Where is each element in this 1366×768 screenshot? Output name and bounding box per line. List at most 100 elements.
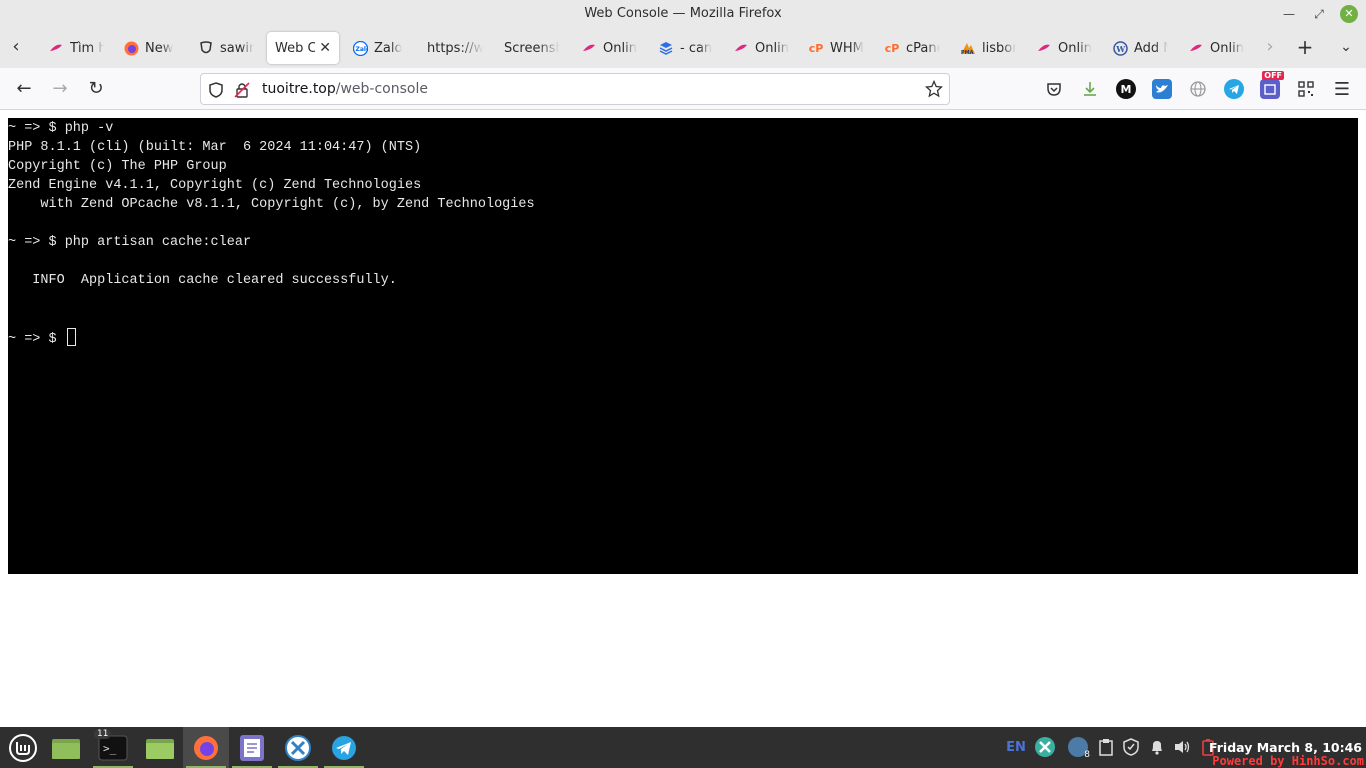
- tab[interactable]: Zalo Zalo: [344, 32, 416, 64]
- terminal-launcher[interactable]: >_ 11: [90, 727, 136, 768]
- url-text[interactable]: tuoitre.top/web-console: [262, 81, 428, 97]
- weather-tray-icon[interactable]: 8: [1066, 737, 1090, 760]
- phpmyadmin-icon: PMA: [960, 40, 976, 56]
- desktop-screen: Web Console — Mozilla Firefox — ⤢ ✕ ‹ Tì…: [0, 0, 1366, 768]
- tab[interactable]: https://w: [419, 32, 491, 64]
- tab[interactable]: Onlin: [725, 32, 797, 64]
- bird-extension-icon[interactable]: [1152, 79, 1172, 99]
- console-line: INFO Application cache cleared successfu…: [8, 273, 397, 288]
- window-title: Web Console — Mozilla Firefox: [584, 6, 782, 21]
- tabs-scroll-left-button[interactable]: ‹: [4, 36, 28, 60]
- files-launcher[interactable]: [137, 727, 183, 768]
- medium-extension-icon[interactable]: M: [1116, 79, 1136, 99]
- insecure-lock-icon[interactable]: [233, 81, 251, 99]
- page-content: ~ => $ php -v PHP 8.1.1 (cli) (built: Ma…: [0, 110, 1366, 727]
- close-window-button[interactable]: ✕: [1340, 5, 1358, 23]
- anydesk-tray-icon[interactable]: [1033, 737, 1057, 757]
- tab-strip: ‹ Tìm h New sawin Web C ✕ Zalo Zalo http…: [0, 28, 1366, 68]
- tab[interactable]: PMA lisbor: [952, 32, 1024, 64]
- telegram-extension-icon[interactable]: [1224, 79, 1244, 99]
- telegram-launcher[interactable]: [321, 727, 367, 768]
- pink-brand-icon: [733, 40, 749, 56]
- new-tab-button[interactable]: +: [1293, 36, 1317, 60]
- tab-web-console-active[interactable]: Web C ✕: [267, 32, 339, 64]
- text-editor-launcher[interactable]: [229, 727, 275, 768]
- folder-green-icon: [52, 738, 80, 759]
- tab[interactable]: Onlin: [573, 32, 645, 64]
- list-all-tabs-button[interactable]: ⌄: [1334, 36, 1358, 60]
- close-tab-icon[interactable]: ✕: [319, 40, 331, 56]
- text-editor-icon: [240, 734, 264, 761]
- shield-icon[interactable]: [207, 81, 225, 99]
- reload-button[interactable]: ↻: [84, 77, 108, 101]
- console-prompt: ~ => $: [8, 332, 65, 347]
- off-badge: OFF: [1262, 71, 1284, 80]
- watermark-text: Powered by HinhSo.com: [1212, 754, 1364, 768]
- tabs-scroll-right-button[interactable]: ›: [1258, 36, 1282, 60]
- console-line: PHP 8.1.1 (cli) (built: Mar 6 2024 11:04…: [8, 140, 422, 155]
- tab[interactable]: W Add N: [1104, 32, 1176, 64]
- notifications-bell-icon[interactable]: [1147, 737, 1167, 757]
- console-line: ~ => $ php -v: [8, 121, 114, 136]
- console-line: Copyright (c) The PHP Group: [8, 159, 227, 174]
- folder-icon: [146, 738, 174, 759]
- cpanel-icon: cP: [884, 41, 900, 55]
- cpanel-icon: cP: [808, 41, 824, 55]
- keyboard-layout-indicator[interactable]: EN: [1005, 737, 1027, 757]
- clipboard-tray-icon[interactable]: [1097, 737, 1115, 757]
- console-line: ~ => $ php artisan cache:clear: [8, 235, 252, 250]
- tab[interactable]: Onlin: [1028, 32, 1100, 64]
- extension-with-off-badge-icon[interactable]: OFF: [1260, 71, 1284, 99]
- clock[interactable]: Friday March 8, 10:46: [1209, 740, 1362, 755]
- navigation-toolbar: ← → ↻ tuoitre.top/web-console M OFF ☰: [0, 68, 1366, 110]
- taskbar: >_ 11 EN 8 Friday March 8, 10:46 Powered…: [0, 727, 1366, 768]
- svg-text:PMA: PMA: [961, 50, 974, 55]
- qr-code-icon[interactable]: [1296, 79, 1316, 99]
- tab[interactable]: Screensh: [496, 32, 568, 64]
- svg-text:Zalo: Zalo: [355, 46, 368, 53]
- firefox-launcher[interactable]: [183, 727, 229, 768]
- wordpress-icon: W: [1112, 40, 1128, 56]
- pocket-icon[interactable]: [1044, 79, 1064, 99]
- zalo-icon: Zalo: [352, 40, 368, 56]
- tab[interactable]: cP cPane: [876, 32, 948, 64]
- back-button[interactable]: ←: [12, 77, 36, 101]
- downloads-icon[interactable]: [1080, 79, 1100, 99]
- minimize-button[interactable]: —: [1280, 5, 1298, 23]
- tab[interactable]: sawin: [190, 32, 262, 64]
- firefox-icon: [123, 40, 139, 56]
- terminal-window-count: 11: [94, 729, 112, 739]
- volume-icon[interactable]: [1171, 737, 1193, 757]
- show-desktop-button[interactable]: [43, 727, 89, 768]
- web-console-terminal[interactable]: ~ => $ php -v PHP 8.1.1 (cli) (built: Ma…: [8, 118, 1358, 574]
- tab[interactable]: Onlin: [1180, 32, 1252, 64]
- mask-icon: [198, 40, 214, 56]
- anydesk-like-launcher[interactable]: [275, 727, 321, 768]
- url-bar[interactable]: tuoitre.top/web-console: [200, 73, 950, 105]
- pink-brand-icon: [1036, 40, 1052, 56]
- window-titlebar: Web Console — Mozilla Firefox — ⤢ ✕: [0, 0, 1366, 28]
- forward-button[interactable]: →: [48, 77, 72, 101]
- bookmark-star-icon[interactable]: [924, 79, 944, 98]
- tab[interactable]: - can: [650, 32, 722, 64]
- shield-tray-icon[interactable]: [1121, 737, 1141, 757]
- tab[interactable]: Tìm h: [40, 32, 112, 64]
- stack-icon: [658, 40, 674, 56]
- pink-brand-icon: [1188, 40, 1204, 56]
- tab[interactable]: cP WHM: [800, 32, 872, 64]
- linux-mint-icon: [9, 733, 37, 762]
- console-prompt-line[interactable]: ~ => $: [8, 328, 1358, 347]
- mint-menu-button[interactable]: [0, 727, 46, 768]
- maximize-button[interactable]: ⤢: [1310, 5, 1328, 23]
- tab[interactable]: New: [115, 32, 187, 64]
- remote-desktop-icon: [285, 734, 311, 761]
- hamburger-menu-icon[interactable]: ☰: [1332, 79, 1352, 100]
- console-cursor[interactable]: [66, 328, 76, 346]
- svg-text:>_: >_: [103, 742, 117, 755]
- globe-extension-icon[interactable]: [1188, 79, 1208, 99]
- console-line: with Zend OPcache v8.1.1, Copyright (c),…: [8, 197, 535, 212]
